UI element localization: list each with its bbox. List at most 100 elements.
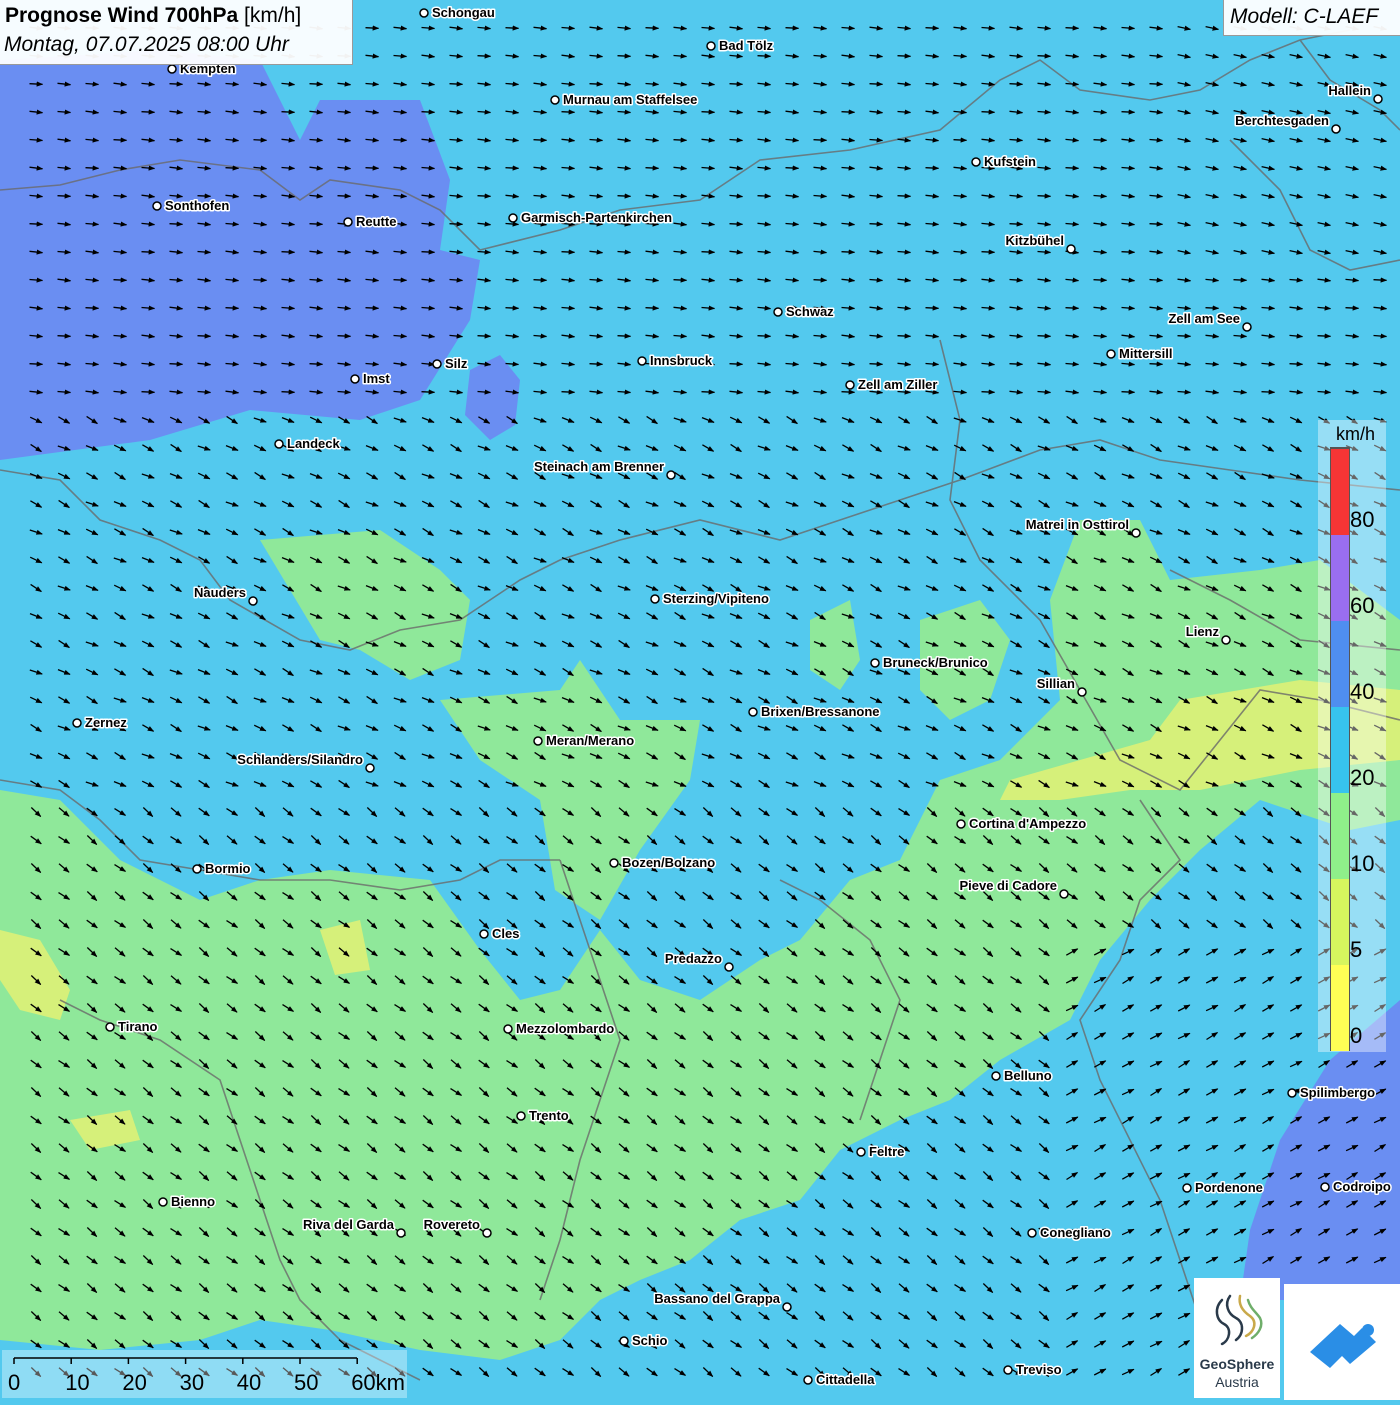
- city-label: Zell am Ziller: [858, 377, 937, 392]
- wind-arrow: [925, 165, 940, 171]
- legend-segment: [1331, 534, 1349, 621]
- city-label: Landeck: [287, 436, 341, 451]
- wind-field-strong-nw: [0, 50, 480, 460]
- city-marker: [706, 41, 716, 51]
- model-panel: Modell: C-LAEF: [1223, 0, 1400, 36]
- wind-arrow: [393, 277, 408, 283]
- wind-arrow: [1289, 361, 1304, 367]
- wind-arrow: [141, 249, 156, 255]
- wind-arrow: [85, 165, 100, 171]
- wind-arrow: [1149, 81, 1164, 87]
- wind-map[interactable]: SchongauBad TölzKemptenMurnau am Staffel…: [0, 0, 1400, 1400]
- city-marker: [748, 707, 758, 717]
- wind-arrow: [701, 109, 716, 115]
- wind-arrow: [505, 25, 520, 31]
- wind-arrow: [617, 333, 632, 339]
- legend-label: 60: [1350, 593, 1375, 618]
- wind-arrow: [757, 333, 772, 339]
- city-marker: [971, 157, 981, 167]
- wind-arrow: [449, 81, 464, 87]
- wind-arrow: [1009, 361, 1024, 367]
- city-label: Rovereto: [424, 1217, 480, 1232]
- wind-arrow: [981, 109, 996, 115]
- city-label: Sillian: [1037, 676, 1075, 691]
- scale-bar: 0 10 20 30 40 50 60km: [2, 1350, 407, 1398]
- city-label: Bienno: [171, 1194, 215, 1209]
- wind-arrow: [253, 277, 268, 283]
- wind-arrow: [953, 277, 968, 283]
- city-label: Pieve di Cadore: [959, 878, 1057, 893]
- city-label: Bassano del Grappa: [654, 1291, 780, 1306]
- geosphere-logo[interactable]: GeoSphere Austria: [1194, 1278, 1280, 1398]
- legend-segment: [1331, 878, 1349, 965]
- title-panel: Prognose Wind 700hPa [km/h] Montag, 07.0…: [0, 0, 353, 65]
- city-marker: [845, 380, 855, 390]
- forecast-title: Prognose Wind 700hPa [km/h]: [5, 4, 301, 28]
- city-label: Schongau: [432, 5, 495, 20]
- wind-arrow: [1037, 333, 1052, 339]
- forecast-title-unit: [km/h]: [244, 4, 302, 27]
- wind-arrow: [421, 109, 436, 115]
- wind-arrow: [757, 53, 772, 59]
- city-label: Meran/Merano: [546, 733, 634, 748]
- city-label: Kitzbühel: [1006, 233, 1065, 248]
- wind-arrow: [1121, 389, 1136, 395]
- city-label: Trento: [529, 1108, 569, 1123]
- city-label: Treviso: [1016, 1362, 1062, 1377]
- scale-label: 0: [8, 1370, 21, 1395]
- wind-arrow: [197, 333, 212, 339]
- geosphere-logo-text: GeoSphere: [1199, 1356, 1275, 1372]
- wind-arrow: [1009, 81, 1024, 87]
- legend-segment: [1331, 706, 1349, 793]
- wind-arrow: [1205, 305, 1220, 311]
- forecast-title-main: Prognose Wind 700hPa: [5, 4, 239, 27]
- city-marker: [773, 307, 783, 317]
- wind-arrow: [729, 361, 744, 367]
- city-marker: [274, 439, 284, 449]
- weather-app-logo[interactable]: [1284, 1284, 1400, 1400]
- wind-arrow: [169, 361, 184, 367]
- wind-arrow: [561, 389, 576, 395]
- wind-arrow: [1345, 305, 1360, 311]
- wind-arrow: [841, 109, 856, 115]
- city-marker: [991, 1071, 1001, 1081]
- wind-arrow: [561, 109, 576, 115]
- wind-arrow: [309, 81, 324, 87]
- wind-arrow: [617, 193, 632, 199]
- city-marker: [1287, 1088, 1297, 1098]
- city-label: Zell am See: [1168, 311, 1240, 326]
- wind-arrow: [533, 277, 548, 283]
- wind-arrow: [337, 333, 352, 339]
- wind-arrow: [29, 361, 44, 367]
- wind-arrow: [85, 305, 100, 311]
- city-marker: [152, 201, 162, 211]
- wind-arrow: [729, 81, 744, 87]
- weather-app-logo-mark: [1310, 1324, 1376, 1368]
- wind-arrow: [813, 137, 828, 143]
- city-marker: [248, 596, 258, 606]
- wind-arrow: [785, 25, 800, 31]
- wind-arrow: [29, 81, 44, 87]
- wind-arrow: [29, 221, 44, 227]
- wind-arrow: [617, 53, 632, 59]
- city-marker: [1331, 124, 1341, 134]
- city-label: Schlanders/Silandro: [237, 752, 363, 767]
- wind-arrow: [169, 221, 184, 227]
- city-marker: [1131, 528, 1141, 538]
- wind-arrow: [701, 249, 716, 255]
- wind-arrow: [57, 333, 72, 339]
- wind-arrow: [589, 361, 604, 367]
- city-marker: [650, 594, 660, 604]
- wind-arrow: [561, 249, 576, 255]
- city-label: Tirano: [118, 1019, 158, 1034]
- wind-arrow: [1373, 277, 1388, 283]
- wind-arrow: [897, 53, 912, 59]
- wind-arrow: [1093, 277, 1108, 283]
- city-marker: [396, 1228, 406, 1238]
- wind-arrow: [365, 305, 380, 311]
- city-label: Bad Tölz: [719, 38, 774, 53]
- legend-unit: km/h: [1336, 424, 1376, 444]
- city-marker: [619, 1336, 629, 1346]
- wind-arrow: [197, 193, 212, 199]
- scale-label: 50: [294, 1370, 319, 1395]
